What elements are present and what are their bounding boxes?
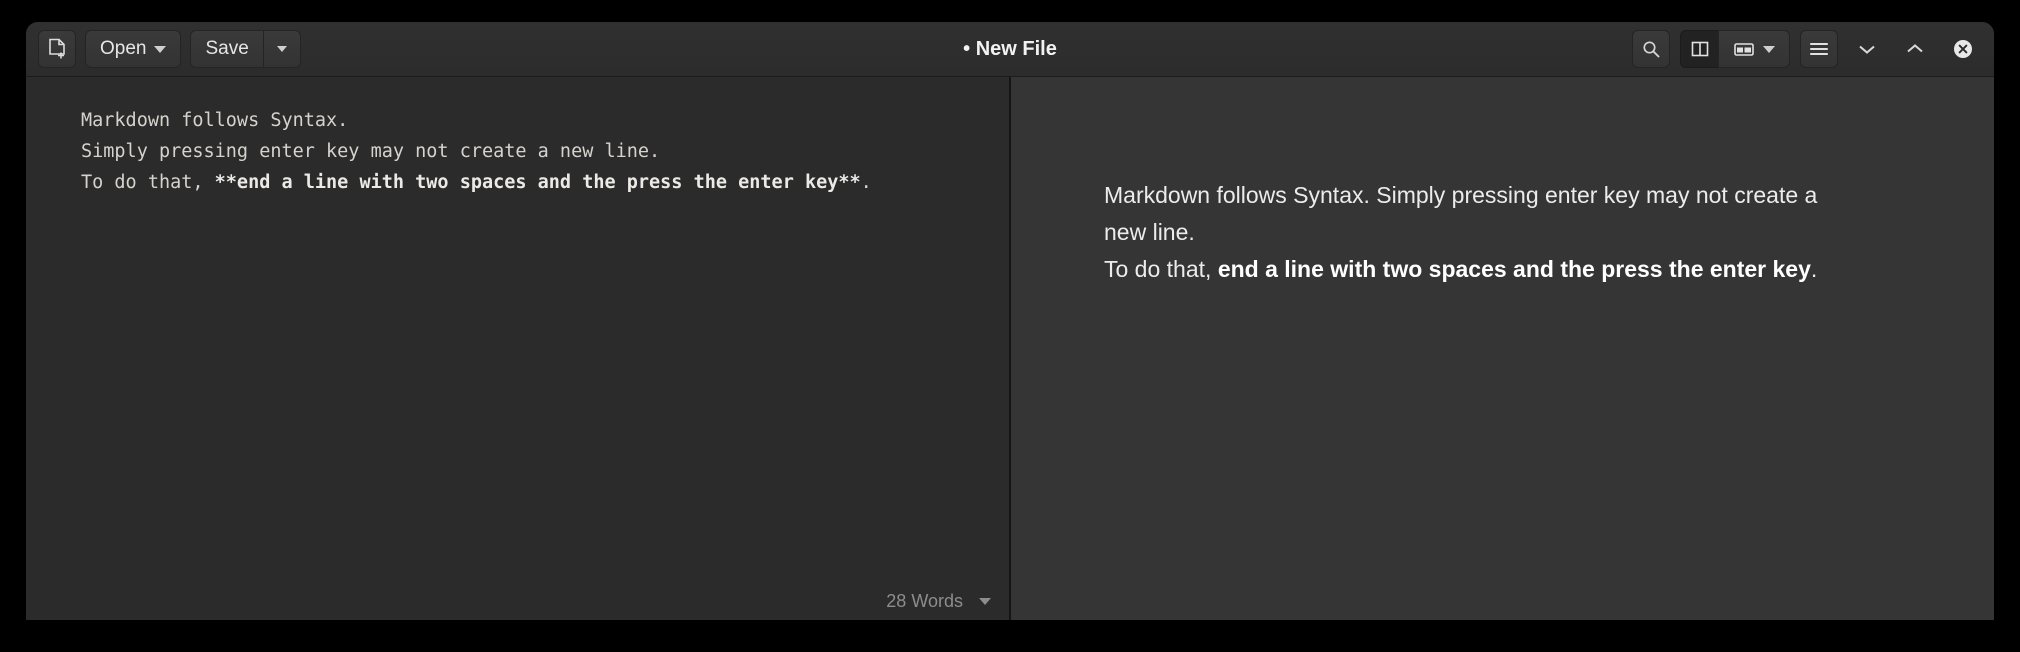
editor-pane[interactable]: Markdown follows Syntax. Simply pressing…: [26, 77, 1011, 620]
close-circle-icon: [1952, 38, 1974, 60]
chevron-down-icon: [154, 45, 167, 53]
preview-paragraph-2: To do that, end a line with two spaces a…: [1104, 251, 1849, 288]
editor-line-1: Markdown follows Syntax.: [81, 110, 349, 131]
preview-paragraph-2-prefix: To do that,: [1104, 256, 1218, 282]
open-button-label: Open: [100, 38, 147, 59]
editor-line-2: Simply pressing enter key may not create…: [81, 141, 661, 162]
editor-line-3-prefix: To do that,: [81, 172, 215, 193]
chevron-down-icon: [979, 598, 991, 605]
editor-line-3-bold: **end a line with two spaces and the pre…: [214, 172, 861, 193]
toolbar-right: [1632, 30, 1982, 68]
preview-pane: Markdown follows Syntax. Simply pressing…: [1011, 77, 1994, 620]
open-button[interactable]: Open: [85, 30, 182, 68]
search-icon: [1641, 39, 1661, 59]
minimize-button[interactable]: [1848, 30, 1886, 68]
editor-text-area[interactable]: Markdown follows Syntax. Simply pressing…: [26, 77, 1009, 198]
save-button-label: Save: [205, 38, 249, 59]
main-menu-button[interactable]: [1800, 30, 1838, 68]
chevron-down-icon: [276, 46, 287, 52]
split-view-icon: [1690, 39, 1710, 59]
save-button-group: Save: [190, 30, 301, 68]
view-mode-group: [1680, 30, 1790, 68]
word-count-label: 28 Words: [886, 591, 963, 611]
preview-content: Markdown follows Syntax. Simply pressing…: [1104, 177, 1849, 288]
header-bar: Open Save • New File: [26, 22, 1994, 77]
search-button[interactable]: [1632, 30, 1670, 68]
new-file-button[interactable]: [38, 30, 76, 68]
preview-layout-icon: [1733, 40, 1755, 58]
maximize-button[interactable]: [1896, 30, 1934, 68]
editor-line-3: To do that, **end a line with two spaces…: [81, 172, 872, 193]
save-menu-button[interactable]: [262, 30, 301, 68]
chevron-down-icon: [1763, 45, 1775, 53]
new-file-icon: [47, 38, 67, 60]
window-title-text: • New File: [963, 37, 1057, 60]
word-count-button[interactable]: 28 Words: [886, 591, 991, 612]
close-button[interactable]: [1944, 30, 1982, 68]
chevron-up-icon: [1904, 42, 1926, 56]
chevron-down-icon: [1856, 42, 1878, 56]
app-window: Open Save • New File Markdown follows Sy…: [26, 22, 1994, 620]
preview-mode-button[interactable]: [1718, 30, 1790, 68]
preview-paragraph-2-bold: end a line with two spaces and the press…: [1217, 256, 1811, 282]
split-view-button[interactable]: [1680, 30, 1718, 68]
preview-paragraph-2-suffix: .: [1810, 256, 1818, 282]
editor-line-3-suffix: .: [860, 172, 872, 193]
preview-paragraph-1: Markdown follows Syntax. Simply pressing…: [1104, 182, 1818, 245]
content-panes: Markdown follows Syntax. Simply pressing…: [26, 77, 1994, 620]
toolbar-left: Open Save: [38, 30, 301, 68]
hamburger-menu-icon: [1808, 40, 1830, 58]
save-button[interactable]: Save: [190, 30, 263, 68]
